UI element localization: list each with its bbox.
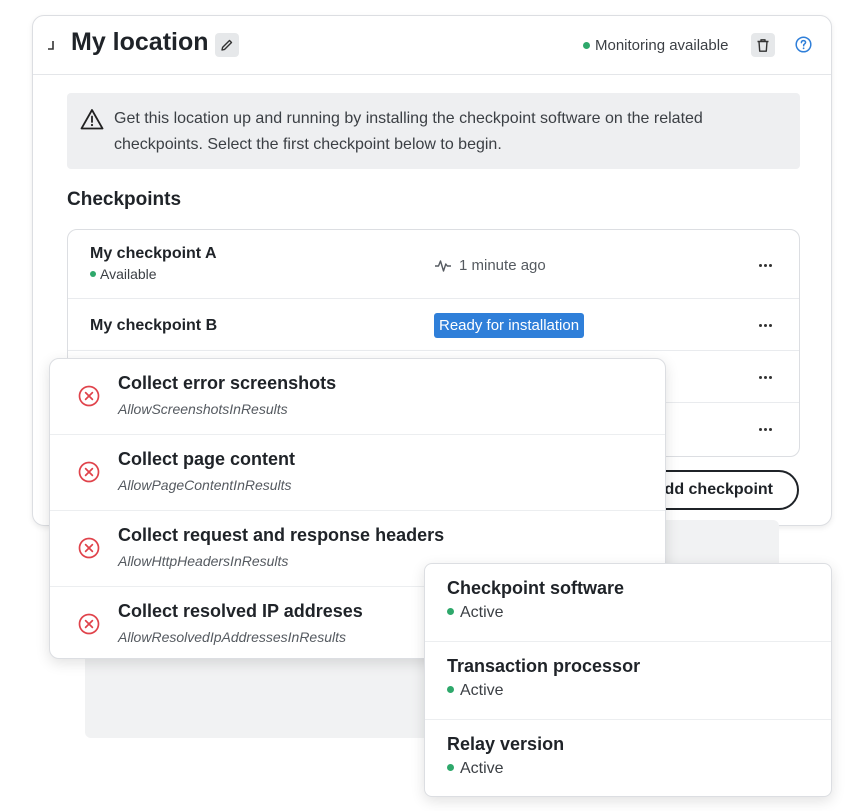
checkpoint-status-label: Available <box>100 266 157 282</box>
component-title: Checkpoint software <box>447 578 625 598</box>
more-options-button[interactable] <box>753 258 777 272</box>
location-header: My location Monitoring available <box>33 16 831 75</box>
setting-key: AllowPageContentInResults <box>118 477 292 493</box>
warning-icon <box>80 109 104 130</box>
component-status-label: Active <box>460 760 504 777</box>
more-icon <box>758 323 762 327</box>
more-options-button[interactable] <box>753 318 777 332</box>
setting-title: Collect resolved IP addreses <box>118 601 363 621</box>
component-status-label: Active <box>460 604 504 621</box>
help-icon[interactable] <box>795 36 812 53</box>
pencil-icon <box>221 39 233 51</box>
component-status: Active <box>447 682 504 700</box>
component-row: Relay version Active <box>425 720 831 796</box>
status-dot <box>583 41 590 49</box>
component-status-label: Active <box>460 682 504 699</box>
ready-badge: Ready for installation <box>434 313 585 338</box>
component-row: Checkpoint software Active <box>425 564 831 642</box>
checkpoint-name: My checkpoint B <box>90 317 218 334</box>
status-dot <box>447 764 454 772</box>
status-dot <box>447 608 454 616</box>
component-status: Active <box>447 604 504 622</box>
component-title: Relay version <box>447 734 565 754</box>
checkpoint-row[interactable]: My checkpoint A Available 1 minute ago <box>68 230 799 299</box>
checkpoint-status: Available <box>90 266 157 282</box>
error-circle-icon <box>78 385 100 407</box>
component-title: Transaction processor <box>447 656 641 676</box>
more-icon <box>758 375 762 379</box>
component-status: Active <box>447 760 504 778</box>
status-dot <box>447 686 454 694</box>
monitoring-status: Monitoring available <box>583 37 728 54</box>
error-circle-icon <box>78 613 100 635</box>
setting-title: Collect page content <box>118 449 296 469</box>
error-circle-icon <box>78 461 100 483</box>
location-title: My location <box>71 28 209 56</box>
alert-text: Get this location up and running by inst… <box>114 110 703 153</box>
components-card: Checkpoint software Active Transaction p… <box>424 563 832 797</box>
more-icon <box>758 427 762 431</box>
error-circle-icon <box>78 537 100 559</box>
last-seen: 1 minute ago <box>434 257 546 274</box>
setting-key: AllowResolvedIpAddressesInResults <box>118 629 346 645</box>
more-options-button[interactable] <box>753 370 777 384</box>
setting-key: AllowHttpHeadersInResults <box>118 553 289 569</box>
setting-title: Collect request and response headers <box>118 525 445 545</box>
delete-location-button[interactable] <box>751 33 775 57</box>
trash-icon <box>757 38 769 52</box>
monitoring-status-label: Monitoring available <box>595 37 729 54</box>
setting-title: Collect error screenshots <box>118 373 337 393</box>
setting-key: AllowScreenshotsInResults <box>118 401 288 417</box>
last-seen-label: 1 minute ago <box>459 257 546 274</box>
edit-title-button[interactable] <box>215 33 239 57</box>
pulse-icon <box>435 259 451 272</box>
setting-row[interactable]: Collect error screenshots AllowScreensho… <box>50 359 665 435</box>
collapse-icon[interactable] <box>45 38 57 52</box>
setting-row[interactable]: Collect page content AllowPageContentInR… <box>50 435 665 511</box>
checkpoints-heading: Checkpoints <box>67 189 182 210</box>
more-options-button[interactable] <box>753 422 777 436</box>
status-dot <box>90 271 96 278</box>
checkpoint-name: My checkpoint A <box>90 245 217 262</box>
setup-alert: Get this location up and running by inst… <box>67 93 800 169</box>
more-icon <box>758 263 762 267</box>
component-row: Transaction processor Active <box>425 642 831 720</box>
